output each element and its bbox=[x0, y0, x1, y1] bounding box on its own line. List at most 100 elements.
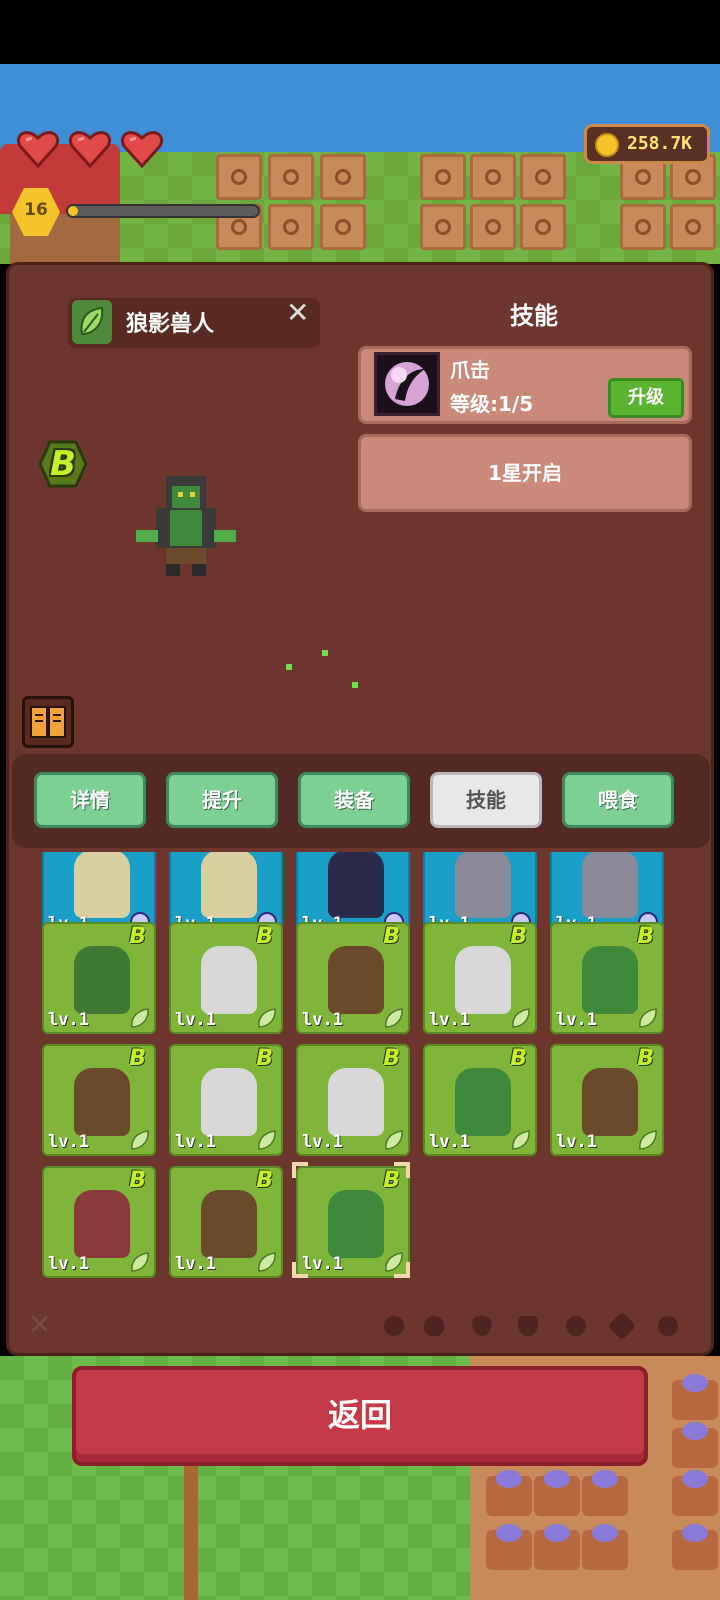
selection-corner bbox=[394, 1162, 410, 1178]
unit-card[interactable]: Blv.1 bbox=[42, 1166, 156, 1278]
fire-icon[interactable] bbox=[384, 1316, 404, 1336]
unit-level: lv.1 bbox=[175, 1010, 216, 1030]
tab-1[interactable]: 提升 bbox=[166, 772, 278, 828]
clear-filter-icon[interactable]: ✕ bbox=[28, 1308, 51, 1341]
earth-icon[interactable] bbox=[424, 1316, 444, 1336]
flower-pot bbox=[582, 1524, 628, 1570]
skill-name: 爪击 bbox=[450, 358, 490, 382]
unit-grade: B bbox=[50, 444, 76, 484]
unit-sprite bbox=[74, 852, 130, 918]
back-button[interactable]: 返回 bbox=[72, 1366, 648, 1466]
selection-corner bbox=[292, 1262, 308, 1278]
unit-card[interactable]: Blv.1 bbox=[169, 1044, 283, 1156]
grade-badge: B bbox=[129, 924, 146, 949]
unit-card[interactable]: Blv.1 bbox=[169, 1166, 283, 1278]
coin-amount: 258.7K bbox=[627, 133, 693, 154]
grade-badge: B bbox=[256, 1046, 273, 1071]
unit-sprite bbox=[74, 1190, 130, 1258]
farm-plot bbox=[520, 154, 566, 200]
unit-card[interactable]: Blv.1 bbox=[423, 922, 537, 1034]
leaf-icon bbox=[639, 1130, 657, 1150]
farm-plot bbox=[268, 204, 314, 250]
unit-card[interactable]: Blv.1 bbox=[42, 1044, 156, 1156]
farm-plot bbox=[420, 154, 466, 200]
unit-level: lv.1 bbox=[429, 1132, 470, 1152]
unit-sprite bbox=[74, 946, 130, 1014]
unit-sprite bbox=[201, 1068, 257, 1136]
unit-name: 狼影兽人 bbox=[126, 312, 215, 337]
grade-badge: B bbox=[129, 1168, 146, 1193]
flower-pot bbox=[672, 1374, 718, 1420]
unit-card[interactable]: Blv.1 bbox=[550, 922, 664, 1034]
unit-sprite bbox=[582, 946, 638, 1014]
unit-card[interactable]: Blv.1 bbox=[169, 922, 283, 1034]
leaf-icon bbox=[131, 1130, 149, 1150]
tab-0[interactable]: 详情 bbox=[34, 772, 146, 828]
skill-level: 等级:1/5 bbox=[450, 392, 534, 416]
tab-3[interactable]: 技能 bbox=[430, 772, 542, 828]
unit-level: lv.1 bbox=[556, 1132, 597, 1152]
orc-sprite bbox=[136, 476, 236, 576]
unit-card[interactable]: Blv.1 bbox=[292, 1162, 410, 1278]
xp-bar bbox=[66, 204, 260, 218]
unit-card[interactable]: Blv.1 bbox=[42, 922, 156, 1034]
close-icon[interactable]: ✕ bbox=[286, 296, 309, 329]
status-bar bbox=[0, 0, 720, 64]
sparkle bbox=[322, 650, 328, 656]
farm-plot bbox=[320, 154, 366, 200]
unit-sprite bbox=[455, 1068, 511, 1136]
coin-counter[interactable]: 258.7K bbox=[584, 124, 710, 164]
leaf-icon bbox=[258, 1252, 276, 1272]
farm-plot bbox=[268, 154, 314, 200]
leaf-icon bbox=[385, 1008, 403, 1028]
skills-title: 技能 bbox=[510, 302, 558, 330]
unit-card[interactable]: Blv.1 bbox=[423, 1044, 537, 1156]
grade-badge: B bbox=[637, 1046, 654, 1071]
farm-plot bbox=[216, 154, 262, 200]
unit-sprite bbox=[201, 852, 257, 918]
grade-badge: B bbox=[637, 924, 654, 949]
leaf-icon bbox=[72, 300, 112, 344]
leaf-icon bbox=[385, 1130, 403, 1150]
flower-pot bbox=[486, 1524, 532, 1570]
leaf-icon bbox=[512, 1130, 530, 1150]
tab-4[interactable]: 喂食 bbox=[562, 772, 674, 828]
farm-plot bbox=[320, 204, 366, 250]
book-icon[interactable] bbox=[22, 696, 74, 748]
tab-2[interactable]: 装备 bbox=[298, 772, 410, 828]
unit-level: lv.1 bbox=[302, 1254, 343, 1274]
grade-badge: B bbox=[510, 924, 527, 949]
farm-plot bbox=[520, 204, 566, 250]
leaf-icon bbox=[512, 1008, 530, 1028]
flame-icon[interactable] bbox=[566, 1316, 586, 1336]
unit-sprite bbox=[328, 1190, 384, 1258]
selection-corner bbox=[394, 1262, 410, 1278]
heart-icon bbox=[69, 131, 111, 168]
unit-level: lv.1 bbox=[48, 1132, 89, 1152]
unit-level: lv.1 bbox=[302, 1132, 343, 1152]
unit-sprite bbox=[455, 946, 511, 1014]
unit-sprite bbox=[201, 946, 257, 1014]
leaf-icon bbox=[258, 1008, 276, 1028]
unit-card[interactable]: Blv.1 bbox=[296, 922, 410, 1034]
heart-icon bbox=[121, 131, 163, 168]
unit-sprite bbox=[455, 852, 511, 918]
leaf-icon bbox=[258, 1130, 276, 1150]
sparkle bbox=[352, 682, 358, 688]
moon-icon[interactable] bbox=[658, 1316, 678, 1336]
upgrade-button[interactable]: 升级 bbox=[608, 378, 684, 418]
farm-plot bbox=[420, 204, 466, 250]
unit-level: lv.1 bbox=[556, 1010, 597, 1030]
unit-level: lv.1 bbox=[48, 1010, 89, 1030]
wind-icon[interactable] bbox=[518, 1316, 538, 1336]
grade-badge: B bbox=[383, 924, 400, 949]
unit-level: lv.1 bbox=[175, 1254, 216, 1274]
selection-corner bbox=[292, 1162, 308, 1178]
unit-card[interactable]: Blv.1 bbox=[550, 1044, 664, 1156]
grade-badge: B bbox=[383, 1046, 400, 1071]
flower-pot bbox=[672, 1422, 718, 1468]
unit-sprite bbox=[328, 1068, 384, 1136]
farm-plot bbox=[470, 154, 516, 200]
leaf-icon bbox=[131, 1252, 149, 1272]
unit-card[interactable]: Blv.1 bbox=[296, 1044, 410, 1156]
